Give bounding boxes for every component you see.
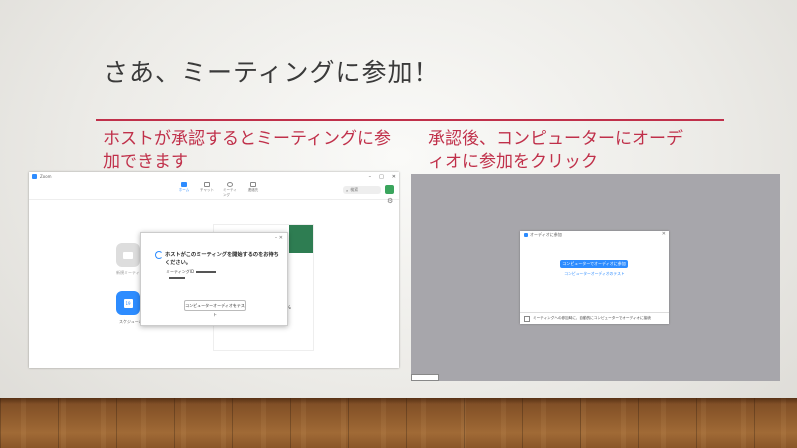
calendar-icon: 19 [123,298,133,308]
loading-spinner-icon [155,251,163,259]
dialog-titlebar: オーディオに参加 [524,232,562,238]
home-icon [181,182,187,187]
app-topbar: ホーム チャット ミーティング 連絡先 ⌕ 検索 [29,181,399,200]
join-audio-screenshot: オーディオに参加 ✕ コンピューターでオーディオに参加 コンピューターオーディオ… [411,174,780,381]
wood-floor-background [0,398,797,448]
tab-label: ミーティング [223,188,237,197]
schedule-button[interactable]: 19 [116,291,140,315]
search-icon: ⌕ [346,187,349,193]
taskbar-thumbnail [411,374,439,381]
waiting-for-host-dialog: – ✕ ホストがこのミーティングを開始するのをお待ちください。 ミーティングID… [140,232,288,326]
redacted-meeting-id [196,271,217,273]
waiting-message: ホストがこのミーティングを開始するのをお待ちください。 [165,252,279,266]
caption-right: 承認後、コンピューターにオーディオに参加をクリック [428,129,683,172]
meeting-id-row: ミーティングID [166,269,217,275]
tab-home[interactable]: ホーム [177,182,191,198]
minimize-icon[interactable]: – [369,174,372,180]
join-with-computer-audio-button[interactable]: コンピューターでオーディオに参加 [560,260,628,268]
redacted-text [169,277,185,279]
dialog-window-controls[interactable]: – ✕ [275,235,283,241]
tab-label: 連絡先 [247,188,259,192]
meeting-id-label: ミーティングID [166,269,195,274]
zoom-logo-icon [524,233,528,237]
tab-meetings[interactable]: ミーティング [223,182,237,198]
main-tabs: ホーム チャット ミーティング 連絡先 [177,182,260,198]
zoom-logo-icon [32,174,37,179]
auto-join-label: ミーティングへの参加時に、自動的にコンピューターでオーディオに接続 [533,316,651,320]
gear-icon[interactable]: ⚙ [387,197,393,205]
search-placeholder: 検索 [350,187,359,192]
video-camera-icon [123,251,133,259]
plant-image [289,225,313,253]
tab-label: ホーム [178,188,190,192]
new-meeting-button[interactable] [116,243,140,267]
tab-label: チャット [200,188,214,192]
clock-icon [227,182,233,187]
caption-left: ホストが承認するとミーティングに参加できます [103,129,391,172]
test-audio-link[interactable]: コンピューターオーディオのテスト [520,271,669,277]
contacts-icon [250,182,256,187]
dialog-footer: ミーティングへの参加時に、自動的にコンピューターでオーディオに接続 [520,312,669,324]
test-audio-button[interactable]: コンピューターオーディオをテスト [184,300,246,317]
slide-title: さあ、ミーティングに参加！ [103,58,440,87]
tab-contacts[interactable]: 連絡先 [246,182,260,198]
maximize-icon[interactable]: □ [379,174,384,180]
window-titlebar: Zoom – □ ✕ [29,172,399,181]
tab-chat[interactable]: チャット [200,182,214,198]
window-title: Zoom [40,174,52,179]
avatar[interactable] [385,185,394,194]
search-input[interactable]: ⌕ 検索 [343,186,381,194]
auto-join-checkbox[interactable] [524,315,530,322]
dialog-title: オーディオに参加 [530,232,562,237]
zoom-home-screenshot: Zoom – □ ✕ ホーム チャット ミーティング 連絡先 ⌕ 検索 ⚙ 新規… [29,172,399,368]
chat-icon [204,182,210,187]
close-icon[interactable]: ✕ [392,174,396,180]
close-icon[interactable]: ✕ [662,231,666,237]
join-audio-dialog: オーディオに参加 ✕ コンピューターでオーディオに参加 コンピューターオーディオ… [520,231,669,324]
title-divider [96,119,724,121]
